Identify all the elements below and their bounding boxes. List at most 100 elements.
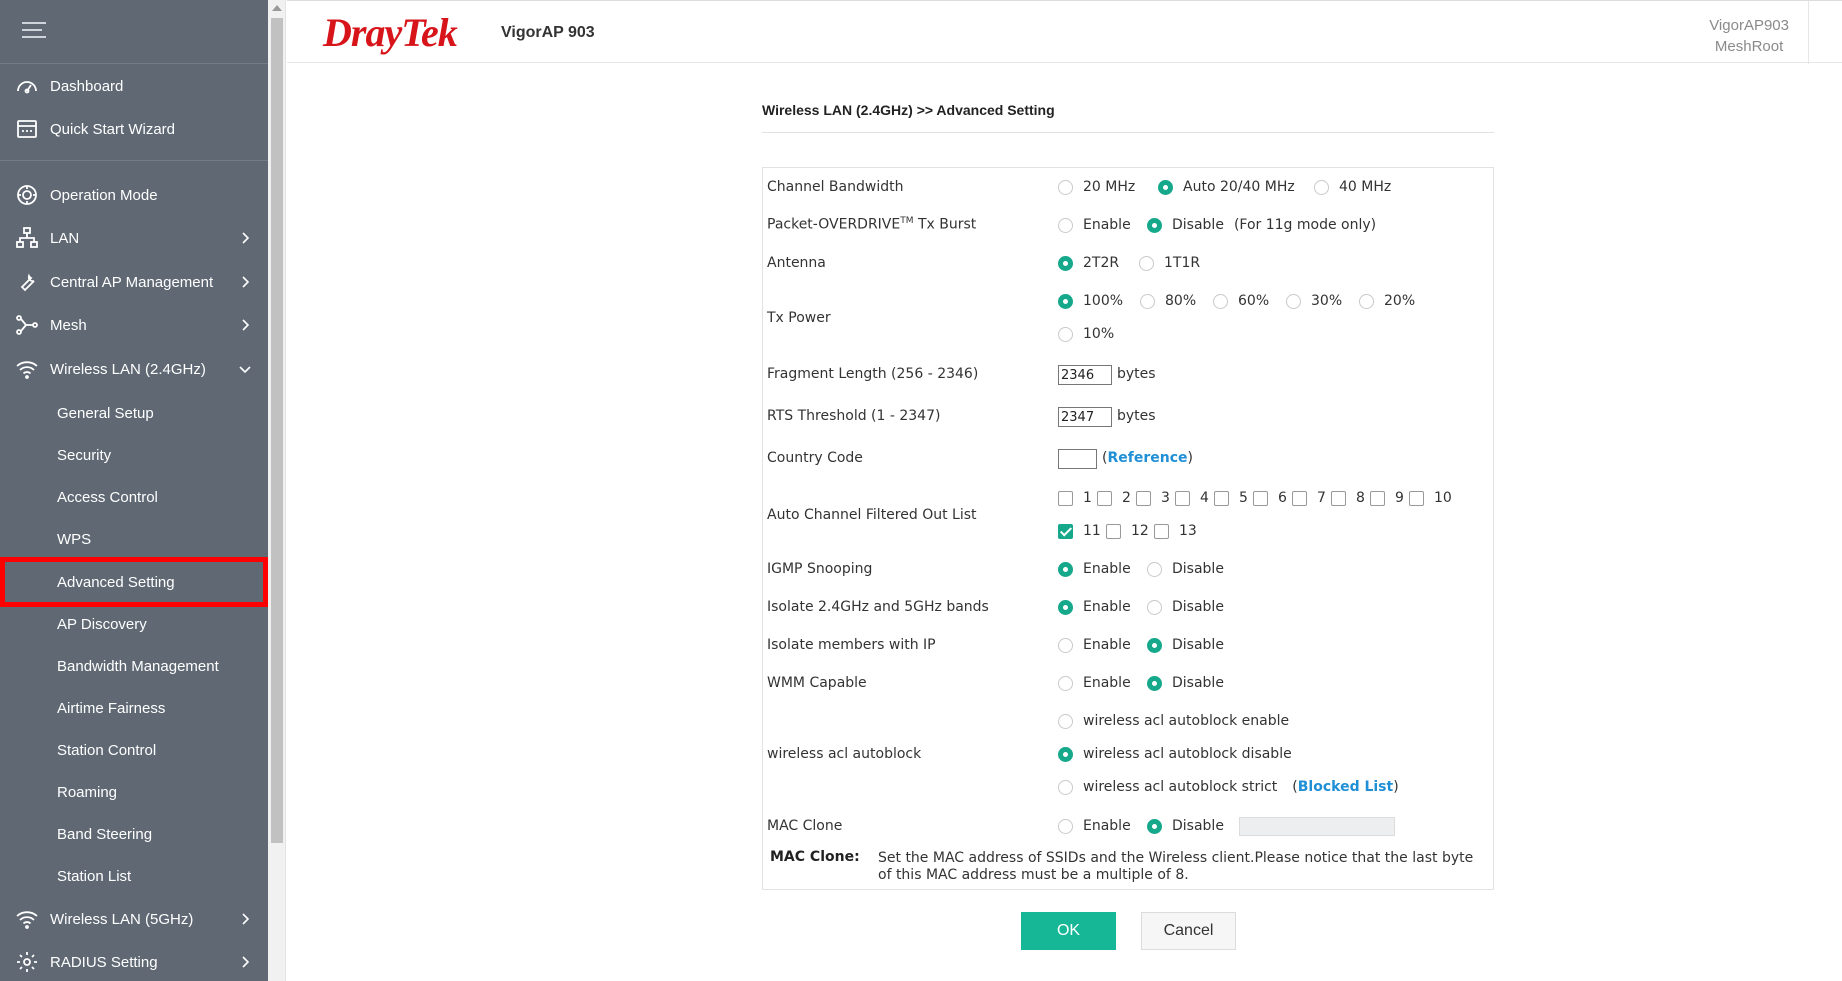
channel-4[interactable]: 4 <box>1175 490 1209 506</box>
channel-7[interactable]: 7 <box>1292 490 1326 506</box>
isolate-bands-enable[interactable]: Enable <box>1058 599 1131 615</box>
acl-autoblock-disable[interactable]: wireless acl autoblock disable <box>1058 746 1292 762</box>
sidebar-subitem-ap-discovery[interactable]: AP Discovery <box>0 604 268 644</box>
sidebar-item-central-ap-management[interactable]: Central AP Management <box>0 262 268 302</box>
radio-button[interactable] <box>1158 179 1173 195</box>
ok-button[interactable]: OK <box>1021 912 1116 950</box>
radio-button[interactable] <box>1058 561 1073 577</box>
sidebar-subitem-station-list[interactable]: Station List <box>0 856 268 896</box>
packet-overdrive-enable[interactable]: Enable <box>1058 217 1131 233</box>
channel-12[interactable]: 12 <box>1106 523 1149 539</box>
tx-power-80[interactable]: 80% <box>1140 293 1196 309</box>
mac-clone-disable[interactable]: Disable <box>1147 818 1224 834</box>
radio-button[interactable] <box>1058 217 1073 233</box>
radio-button[interactable] <box>1139 255 1154 271</box>
radio-button[interactable] <box>1286 293 1301 309</box>
radio-button[interactable] <box>1147 599 1162 615</box>
sidebar-item-mesh[interactable]: Mesh <box>0 305 268 345</box>
channel-bandwidth-40mhz[interactable]: 40 MHz <box>1314 179 1391 195</box>
radio-button[interactable] <box>1058 779 1073 795</box>
tx-power-20[interactable]: 20% <box>1359 293 1415 309</box>
radio-button[interactable] <box>1058 326 1073 342</box>
acl-autoblock-strict[interactable]: wireless acl autoblock strict(Blocked Li… <box>1058 779 1399 795</box>
radio-button[interactable] <box>1140 293 1155 309</box>
tx-power-100[interactable]: 100% <box>1058 293 1123 309</box>
antenna-2t2r[interactable]: 2T2R <box>1058 255 1119 271</box>
radio-button[interactable] <box>1058 713 1073 729</box>
sidebar-item-wireless-lan-24[interactable]: Wireless LAN (2.4GHz) <box>0 349 268 389</box>
reference-link[interactable]: Reference <box>1107 450 1187 466</box>
radio-button[interactable] <box>1359 293 1374 309</box>
mac-clone-enable[interactable]: Enable <box>1058 818 1131 834</box>
radio-button[interactable] <box>1058 746 1073 762</box>
radio-button[interactable] <box>1213 293 1228 309</box>
sidebar-item-quick-start-wizard[interactable]: Quick Start Wizard <box>0 109 268 149</box>
checkbox[interactable] <box>1292 490 1307 506</box>
radio-button[interactable] <box>1058 255 1073 271</box>
sidebar-item-radius-setting[interactable]: RADIUS Setting <box>0 942 268 981</box>
igmp-snooping-enable[interactable]: Enable <box>1058 561 1131 577</box>
sidebar-subitem-wps[interactable]: WPS <box>0 519 268 559</box>
radio-button[interactable] <box>1314 179 1329 195</box>
channel-11[interactable]: 11 <box>1058 523 1101 539</box>
sidebar-subitem-security[interactable]: Security <box>0 435 268 475</box>
country-code-input[interactable] <box>1058 449 1097 469</box>
radio-button[interactable] <box>1147 637 1162 653</box>
radio-button[interactable] <box>1147 217 1162 233</box>
antenna-1t1r[interactable]: 1T1R <box>1139 255 1200 271</box>
sidebar-subitem-bandwidth-management[interactable]: Bandwidth Management <box>0 646 268 686</box>
sidebar-subitem-airtime-fairness[interactable]: Airtime Fairness <box>0 688 268 728</box>
channel-1[interactable]: 1 <box>1058 490 1092 506</box>
channel-bandwidth-auto[interactable]: Auto 20/40 MHz <box>1158 179 1295 195</box>
sidebar-item-lan[interactable]: LAN <box>0 218 268 258</box>
radio-button[interactable] <box>1058 818 1073 834</box>
channel-6[interactable]: 6 <box>1253 490 1287 506</box>
sidebar-subitem-advanced-setting[interactable]: Advanced Setting <box>0 557 268 607</box>
rts-threshold-input[interactable] <box>1058 407 1112 427</box>
isolate-bands-disable[interactable]: Disable <box>1147 599 1224 615</box>
sidebar-item-dashboard[interactable]: Dashboard <box>0 66 268 106</box>
sidebar-subitem-station-control[interactable]: Station Control <box>0 730 268 770</box>
channel-9[interactable]: 9 <box>1370 490 1404 506</box>
acl-autoblock-enable[interactable]: wireless acl autoblock enable <box>1058 713 1289 729</box>
tx-power-60[interactable]: 60% <box>1213 293 1269 309</box>
channel-bandwidth-20mhz[interactable]: 20 MHz <box>1058 179 1135 195</box>
checkbox[interactable] <box>1106 523 1121 539</box>
tx-power-30[interactable]: 30% <box>1286 293 1342 309</box>
radio-button[interactable] <box>1058 675 1073 691</box>
checkbox[interactable] <box>1058 523 1073 539</box>
radio-button[interactable] <box>1058 637 1073 653</box>
sidebar-subitem-general-setup[interactable]: General Setup <box>0 393 268 433</box>
tx-power-10[interactable]: 10% <box>1058 326 1114 342</box>
menu-toggle-icon[interactable] <box>22 22 46 40</box>
packet-overdrive-disable[interactable]: Disable (For 11g mode only) <box>1147 217 1376 233</box>
sidebar-subitem-band-steering[interactable]: Band Steering <box>0 814 268 854</box>
wmm-capable-enable[interactable]: Enable <box>1058 675 1131 691</box>
radio-button[interactable] <box>1147 818 1162 834</box>
checkbox[interactable] <box>1370 490 1385 506</box>
checkbox[interactable] <box>1214 490 1229 506</box>
scrollbar-thumb[interactable] <box>271 18 283 843</box>
channel-13[interactable]: 13 <box>1154 523 1197 539</box>
radio-button[interactable] <box>1147 675 1162 691</box>
cancel-button[interactable]: Cancel <box>1141 912 1236 950</box>
sidebar-item-operation-mode[interactable]: Operation Mode <box>0 175 268 215</box>
sidebar-item-wireless-lan-5[interactable]: Wireless LAN (5GHz) <box>0 899 268 939</box>
checkbox[interactable] <box>1058 490 1073 506</box>
checkbox[interactable] <box>1409 490 1424 506</box>
blocked-list-link[interactable]: Blocked List <box>1298 779 1393 795</box>
isolate-members-enable[interactable]: Enable <box>1058 637 1131 653</box>
checkbox[interactable] <box>1253 490 1268 506</box>
sidebar-subitem-roaming[interactable]: Roaming <box>0 772 268 812</box>
mac-clone-input[interactable] <box>1239 817 1395 836</box>
radio-button[interactable] <box>1058 599 1073 615</box>
radio-button[interactable] <box>1147 561 1162 577</box>
igmp-snooping-disable[interactable]: Disable <box>1147 561 1224 577</box>
sidebar-subitem-access-control[interactable]: Access Control <box>0 477 268 517</box>
radio-button[interactable] <box>1058 179 1073 195</box>
channel-2[interactable]: 2 <box>1097 490 1131 506</box>
channel-8[interactable]: 8 <box>1331 490 1365 506</box>
channel-10[interactable]: 10 <box>1409 490 1452 506</box>
sidebar-scrollbar[interactable] <box>268 0 286 981</box>
checkbox[interactable] <box>1154 523 1169 539</box>
